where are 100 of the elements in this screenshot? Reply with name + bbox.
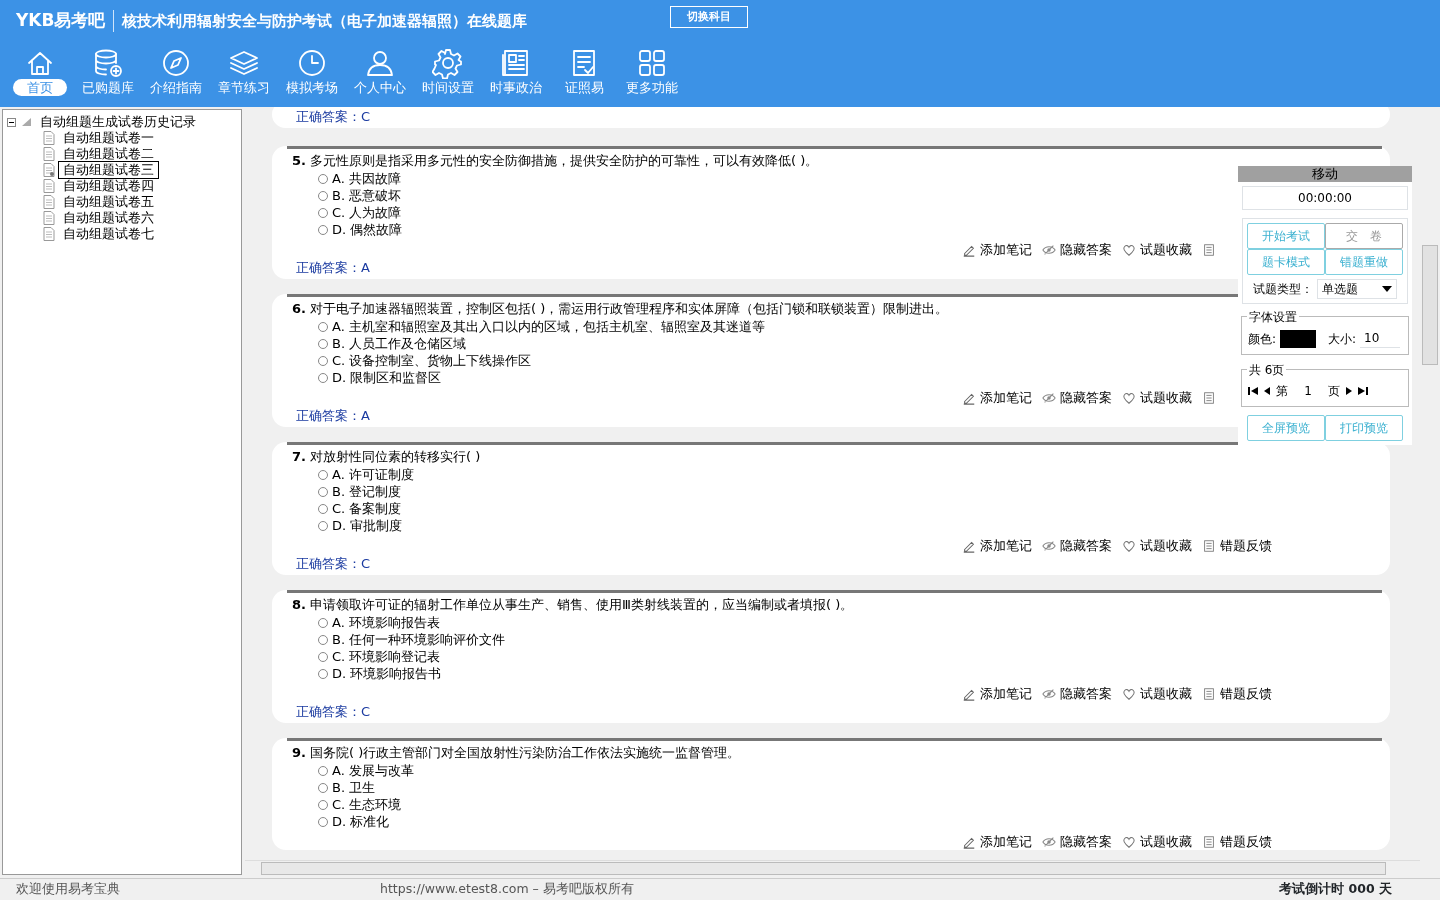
- pencil-icon[interactable]: [962, 391, 976, 405]
- document-icon: [43, 211, 55, 225]
- tree-item[interactable]: 自动组题试卷四: [59, 178, 158, 194]
- horizontal-scrollbar[interactable]: [245, 860, 1420, 876]
- option-label: D. 审批制度: [332, 518, 403, 533]
- document-icon: [43, 195, 55, 209]
- tool-link[interactable]: 添加笔记: [980, 242, 1032, 258]
- answer-text: 正确答案：C: [296, 108, 371, 126]
- option-label: D. 偶然故障: [332, 222, 403, 237]
- tree-item[interactable]: 自动组题试卷六: [59, 210, 158, 226]
- first-page-icon[interactable]: [1248, 387, 1258, 395]
- form-icon[interactable]: [1202, 687, 1216, 701]
- option-label: C. 设备控制室、货物上下线操作区: [332, 353, 532, 368]
- last-page-icon[interactable]: [1358, 387, 1368, 395]
- form-icon[interactable]: [1202, 243, 1216, 257]
- tool-link[interactable]: 隐藏答案: [1060, 242, 1112, 258]
- question-text: 6. 对于电子加速器辐照装置，控制区包括( )，需运用行政管理程序和实体屏障（包括门锁和联锁装置）限制进出。: [292, 300, 949, 318]
- document-icon: [43, 163, 55, 177]
- tool-link[interactable]: 试题收藏: [1140, 686, 1192, 702]
- document-icon: [43, 179, 55, 193]
- option-label: D. 标准化: [332, 814, 390, 829]
- question-text: 5. 多元性原则是指采用多元性的安全防御措施，提供安全防护的可靠性，可以有效降低( )。: [292, 152, 819, 170]
- color-label: 颜色:: [1248, 330, 1277, 348]
- eye-icon[interactable]: [1042, 835, 1056, 849]
- option-label: B. 登记制度: [332, 484, 402, 499]
- form-icon[interactable]: [1202, 835, 1216, 849]
- option-label: A. 主机室和辐照室及其出入口以内的区域，包括主机室、辐照室及其迷道等: [332, 319, 765, 334]
- eye-icon[interactable]: [1042, 539, 1056, 553]
- countdown-text: 考试倒计时 000 天: [1279, 880, 1392, 899]
- tool-link[interactable]: 添加笔记: [980, 686, 1032, 702]
- eye-icon[interactable]: [1042, 243, 1056, 257]
- triangle-icon: [20, 117, 32, 127]
- option-label: C. 生态环境: [332, 797, 402, 812]
- tree-item[interactable]: 自动组题试卷一: [59, 130, 158, 146]
- tool-link[interactable]: 隐藏答案: [1060, 538, 1112, 554]
- gear-icon[interactable]: [432, 46, 464, 79]
- panel-title-bar[interactable]: 移动: [1238, 166, 1412, 182]
- pencil-icon[interactable]: [962, 539, 976, 553]
- question-text: 9. 国务院( )行政主管部门对全国放射性污染防治工作依法实施统一监督管理。: [292, 744, 741, 762]
- heart-icon[interactable]: [1122, 835, 1136, 849]
- previous-page-icon[interactable]: [1262, 387, 1272, 395]
- scroll-thumb[interactable]: [261, 862, 1386, 875]
- scroll-thumb[interactable]: [1422, 245, 1438, 365]
- pencil-icon[interactable]: [962, 835, 976, 849]
- heart-icon[interactable]: [1122, 539, 1136, 553]
- tool-link[interactable]: 添加笔记: [980, 390, 1032, 406]
- tree-item[interactable]: 自动组题试卷七: [59, 226, 158, 242]
- question-text: 7. 对放射性同位素的转移实行( ): [292, 448, 481, 466]
- tool-link[interactable]: 试题收藏: [1140, 390, 1192, 406]
- size-field[interactable]: 10: [1360, 329, 1401, 348]
- heart-icon[interactable]: [1122, 391, 1136, 405]
- tool-link[interactable]: 隐藏答案: [1060, 390, 1112, 406]
- option-label: D. 环境影响报告书: [332, 666, 442, 681]
- nav-tab[interactable]: 首页: [13, 78, 67, 96]
- answer-text: 正确答案：C: [296, 555, 371, 573]
- option-label: C. 环境影响登记表: [332, 649, 441, 664]
- tool-link[interactable]: 隐藏答案: [1060, 834, 1112, 850]
- option-label: C. 备案制度: [332, 501, 402, 516]
- option-label: A. 许可证制度: [332, 467, 414, 482]
- next-page-icon[interactable]: [1344, 387, 1354, 395]
- dropdown-arrow-icon[interactable]: [1382, 286, 1392, 292]
- color-swatch[interactable]: [1280, 329, 1317, 348]
- tool-link[interactable]: 隐藏答案: [1060, 686, 1112, 702]
- eye-icon[interactable]: [1042, 391, 1056, 405]
- timer-display: 00:00:00: [1242, 186, 1408, 210]
- tool-link[interactable]: 试题收藏: [1140, 834, 1192, 850]
- tool-link[interactable]: 试题收藏: [1140, 538, 1192, 554]
- heart-icon[interactable]: [1122, 243, 1136, 257]
- type-dropdown[interactable]: 单选题: [1317, 279, 1397, 299]
- option-label: A. 环境影响报告表: [332, 615, 440, 630]
- option-label: C. 人为故障: [332, 205, 402, 220]
- document-icon: [43, 131, 55, 145]
- group-legend: 共 6页: [1247, 361, 1287, 379]
- option-label: A. 共因故障: [332, 171, 401, 186]
- tool-link[interactable]: 错题反馈: [1220, 538, 1272, 554]
- tool-link[interactable]: 添加笔记: [980, 834, 1032, 850]
- tree-item[interactable]: 自动组题试卷五: [59, 194, 158, 210]
- tree-item[interactable]: 自动组题试卷三: [59, 162, 158, 178]
- option-label: B. 任何一种环境影响评价文件: [332, 632, 506, 647]
- app-title: 核技术利用辐射安全与防护考试（电子加速器辐照）在线题库: [113, 9, 528, 32]
- tool-link[interactable]: 错题反馈: [1220, 686, 1272, 702]
- form-icon[interactable]: [1202, 391, 1216, 405]
- brand-logo: YKB易考吧: [16, 9, 106, 32]
- option-label: B. 恶意破坏: [332, 188, 402, 203]
- tree-item[interactable]: 自动组题生成试卷历史记录: [40, 114, 196, 130]
- pencil-icon[interactable]: [962, 243, 976, 257]
- tool-link[interactable]: 试题收藏: [1140, 242, 1192, 258]
- tool-link[interactable]: 添加笔记: [980, 538, 1032, 554]
- tool-link[interactable]: 错题反馈: [1220, 834, 1272, 850]
- document-icon: [43, 227, 55, 241]
- option-label: B. 卫生: [332, 780, 376, 795]
- pencil-icon[interactable]: [962, 687, 976, 701]
- tree-item[interactable]: 自动组题试卷二: [59, 146, 158, 162]
- status-text: 欢迎使用易考宝典: [15, 880, 121, 899]
- form-icon[interactable]: [1202, 539, 1216, 553]
- collapse-icon[interactable]: [7, 117, 16, 127]
- answer-text: 正确答案：C: [296, 703, 371, 721]
- type-label: 试题类型：: [1253, 281, 1313, 298]
- heart-icon[interactable]: [1122, 687, 1136, 701]
- eye-icon[interactable]: [1042, 687, 1056, 701]
